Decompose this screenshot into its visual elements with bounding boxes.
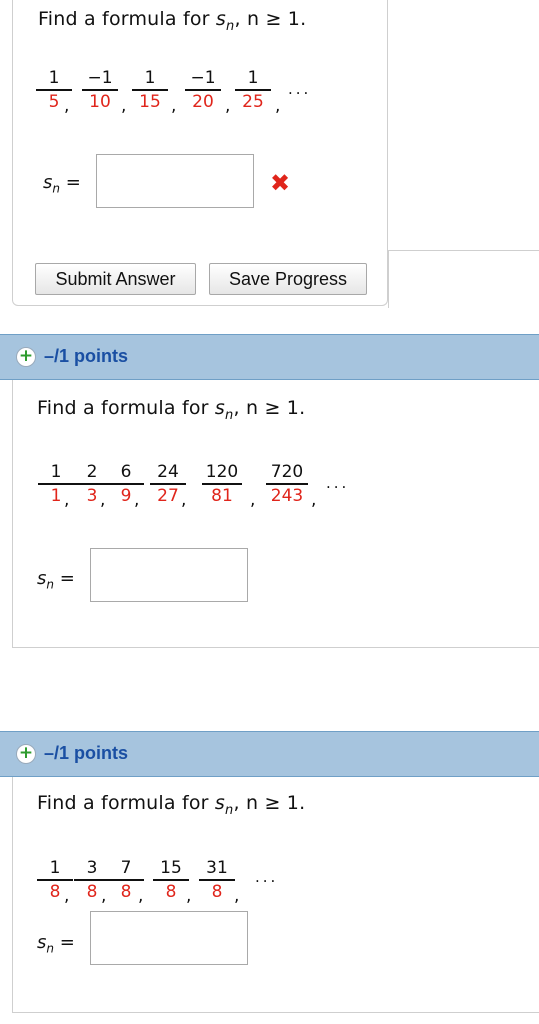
card-tab-outline <box>388 250 539 308</box>
expand-plus-icon[interactable]: + <box>16 347 36 367</box>
answer-input[interactable] <box>90 548 248 602</box>
sequence-term: 1 15 <box>130 68 170 112</box>
question-card-1 <box>12 0 388 306</box>
sequence-term: −1 10 <box>80 68 120 112</box>
points-label: –/1 points <box>44 346 129 366</box>
answer-label: sn = <box>37 932 75 956</box>
sequence-ellipsis: ... <box>326 474 350 492</box>
sequence-term: 1 25 <box>233 68 273 112</box>
answer-label: sn = <box>37 568 75 592</box>
question-prompt: Find a formula for sn, n ≥ 1. <box>37 397 306 423</box>
incorrect-icon: ✖ <box>270 169 291 197</box>
sequence-term: 11 <box>36 462 76 506</box>
answer-input[interactable] <box>90 911 248 965</box>
answer-label: sn = <box>43 172 81 196</box>
question-header: + –/1 points <box>0 731 539 777</box>
save-progress-button[interactable]: Save Progress <box>209 263 367 295</box>
expand-plus-icon[interactable]: + <box>16 744 36 764</box>
question-prompt: Find a formula for sn, n ≥ 1. <box>37 792 306 818</box>
sequence-term: 69 <box>106 462 146 506</box>
sequence-ellipsis: ... <box>288 80 312 98</box>
sequence-ellipsis: ... <box>255 868 279 886</box>
question-prompt: Find a formula for sn, n ≥ 1. <box>38 8 307 34</box>
sequence-term: 120 81 <box>200 462 244 506</box>
submit-answer-button[interactable]: Submit Answer <box>35 263 196 295</box>
sequence-term: 15 8 <box>151 858 191 902</box>
sequence-term: 31 8 <box>197 858 237 902</box>
question-header: + –/1 points <box>0 334 539 380</box>
answer-input[interactable] <box>96 154 254 208</box>
sequence-term: −1 20 <box>183 68 223 112</box>
sequence-term: 720 243 <box>264 462 310 506</box>
points-label: –/1 points <box>44 743 129 763</box>
